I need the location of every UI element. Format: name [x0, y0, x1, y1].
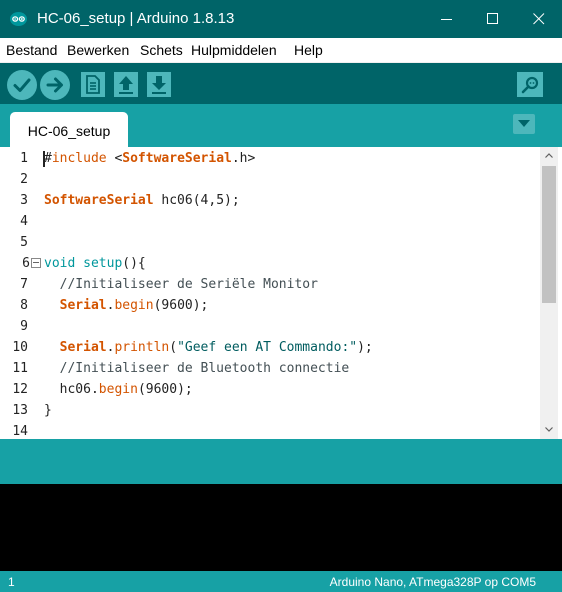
menu-bewerken[interactable]: Bewerken [67, 42, 129, 58]
scroll-up-button[interactable] [540, 147, 558, 165]
checkmark-icon [13, 78, 31, 92]
status-bar: 1 Arduino Nano, ATmega328P op COM5 [0, 571, 562, 592]
menu-bestand[interactable]: Bestand [6, 42, 57, 58]
tab-hc06-setup[interactable]: HC-06_setup [10, 112, 128, 147]
line-number-gutter: 1 2 3 4 5 6 7 8 9 10 11 12 13 14 [0, 147, 42, 439]
line-number: 1 [20, 151, 28, 166]
editor-vertical-scrollbar[interactable] [540, 147, 558, 439]
fold-toggle-icon[interactable] [31, 258, 41, 268]
line-number: 14 [12, 424, 28, 439]
arrow-right-icon [46, 77, 63, 93]
line-number: 4 [20, 214, 28, 229]
code-line[interactable]: #include <SoftwareSerial.h> [44, 148, 255, 169]
arduino-logo-icon [10, 12, 27, 26]
code-editor[interactable]: 1 2 3 4 5 6 7 8 9 10 11 12 13 14 #includ… [0, 147, 562, 439]
board-port-info: Arduino Nano, ATmega328P op COM5 [329, 575, 536, 589]
maximize-button[interactable] [470, 0, 516, 38]
console-output[interactable] [0, 484, 562, 571]
line-number: 2 [20, 172, 28, 187]
toolbar [0, 63, 562, 104]
tab-strip: HC-06_setup [0, 104, 562, 147]
line-number: 13 [12, 403, 28, 418]
arduino-ide-window: HC-06_setup | Arduino 1.8.13 Bestand Bew… [0, 0, 562, 592]
menu-help[interactable]: Help [294, 42, 323, 58]
line-number: 6 [22, 256, 30, 271]
close-icon [533, 13, 545, 25]
line-number: 7 [20, 277, 28, 292]
line-number: 12 [12, 382, 28, 397]
code-line[interactable]: Serial.begin(9600); [44, 295, 209, 316]
scroll-down-button[interactable] [540, 421, 558, 439]
code-line[interactable]: Serial.println("Geef een AT Commando:"); [44, 337, 373, 358]
chevron-down-icon [545, 427, 553, 432]
menu-schets[interactable]: Schets [140, 42, 183, 58]
code-line[interactable]: //Initialiseer de Bluetooth connectie [44, 358, 350, 379]
verify-button[interactable] [7, 70, 37, 100]
code-text-area[interactable]: #include <SoftwareSerial.h> SoftwareSeria… [44, 147, 540, 439]
upload-icon [119, 76, 133, 94]
tab-menu-button[interactable] [513, 114, 535, 134]
message-area [0, 439, 562, 484]
menu-hulpmiddelen[interactable]: Hulpmiddelen [191, 42, 277, 58]
minimize-icon [441, 19, 452, 20]
cursor-line-number: 1 [8, 575, 15, 589]
title-bar[interactable]: HC-06_setup | Arduino 1.8.13 [0, 0, 562, 38]
chevron-up-icon [545, 153, 553, 158]
code-line[interactable]: //Initialiseer de Seriële Monitor [44, 274, 318, 295]
line-number: 3 [20, 193, 28, 208]
magnifier-icon [521, 76, 539, 94]
window-title: HC-06_setup | Arduino 1.8.13 [37, 10, 235, 27]
code-line[interactable]: SoftwareSerial hc06(4,5); [44, 190, 240, 211]
download-icon [152, 76, 166, 94]
line-number: 8 [20, 298, 28, 313]
code-line[interactable]: } [44, 400, 52, 421]
line-number: 9 [20, 319, 28, 334]
line-number: 11 [12, 361, 28, 376]
tab-label: HC-06_setup [27, 123, 111, 139]
chevron-down-icon [518, 120, 530, 127]
line-number: 10 [12, 340, 28, 355]
upload-sketch-button[interactable] [40, 70, 70, 100]
code-line[interactable]: void setup(){ [44, 253, 146, 274]
serial-monitor-button[interactable] [517, 72, 543, 97]
code-line[interactable]: hc06.begin(9600); [44, 379, 193, 400]
menu-bar: Bestand Bewerken Schets Hulpmiddelen Hel… [0, 38, 562, 63]
scroll-thumb[interactable] [542, 166, 556, 303]
save-sketch-button[interactable] [147, 72, 171, 97]
open-sketch-button[interactable] [114, 72, 138, 97]
line-number: 5 [20, 235, 28, 250]
maximize-icon [487, 13, 498, 24]
close-button[interactable] [516, 0, 562, 38]
minimize-button[interactable] [424, 0, 470, 38]
new-sketch-button[interactable] [81, 72, 105, 97]
new-file-icon [86, 75, 100, 94]
